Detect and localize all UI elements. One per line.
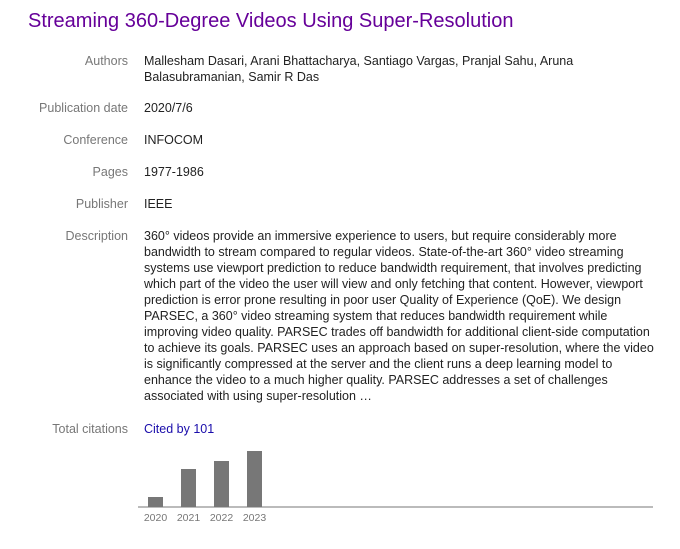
citation-bar-2023[interactable] (247, 451, 262, 507)
pages-label: Pages (92, 165, 128, 179)
year-label-2021: 2021 (177, 512, 201, 524)
year-label-2023: 2023 (243, 512, 267, 524)
citation-bar-2021[interactable] (181, 469, 196, 507)
citation-bar-2022[interactable] (214, 461, 229, 507)
citations-chart: 2020 2021 2022 2023 (138, 451, 653, 524)
total-citations-label: Total citations (52, 422, 128, 436)
article-title[interactable]: Streaming 360-Degree Videos Using Super-… (28, 10, 513, 33)
publisher-label: Publisher (75, 197, 128, 211)
citation-bar-2020[interactable] (148, 497, 163, 507)
publication-date-value: 2020/7/6 (144, 101, 193, 115)
year-label-2020: 2020 (144, 512, 168, 524)
total-citations-value: Cited by 101 (144, 421, 654, 437)
cited-by-link[interactable]: Cited by 101 (144, 422, 214, 436)
year-label-2022: 2022 (210, 512, 234, 524)
authors-label: Authors (84, 54, 128, 68)
pages-value: 1977-1986 (144, 165, 204, 179)
conference-label: Conference (63, 133, 128, 147)
authors-value: Mallesham Dasari, Arani Bhattacharya, Sa… (144, 54, 574, 84)
publisher-value: IEEE (144, 197, 173, 211)
description-label: Description (65, 229, 128, 243)
description-value: 360° videos provide an immersive experie… (144, 229, 654, 403)
conference-value: INFOCOM (144, 133, 204, 147)
publication-date-label: Publication date (39, 101, 128, 115)
